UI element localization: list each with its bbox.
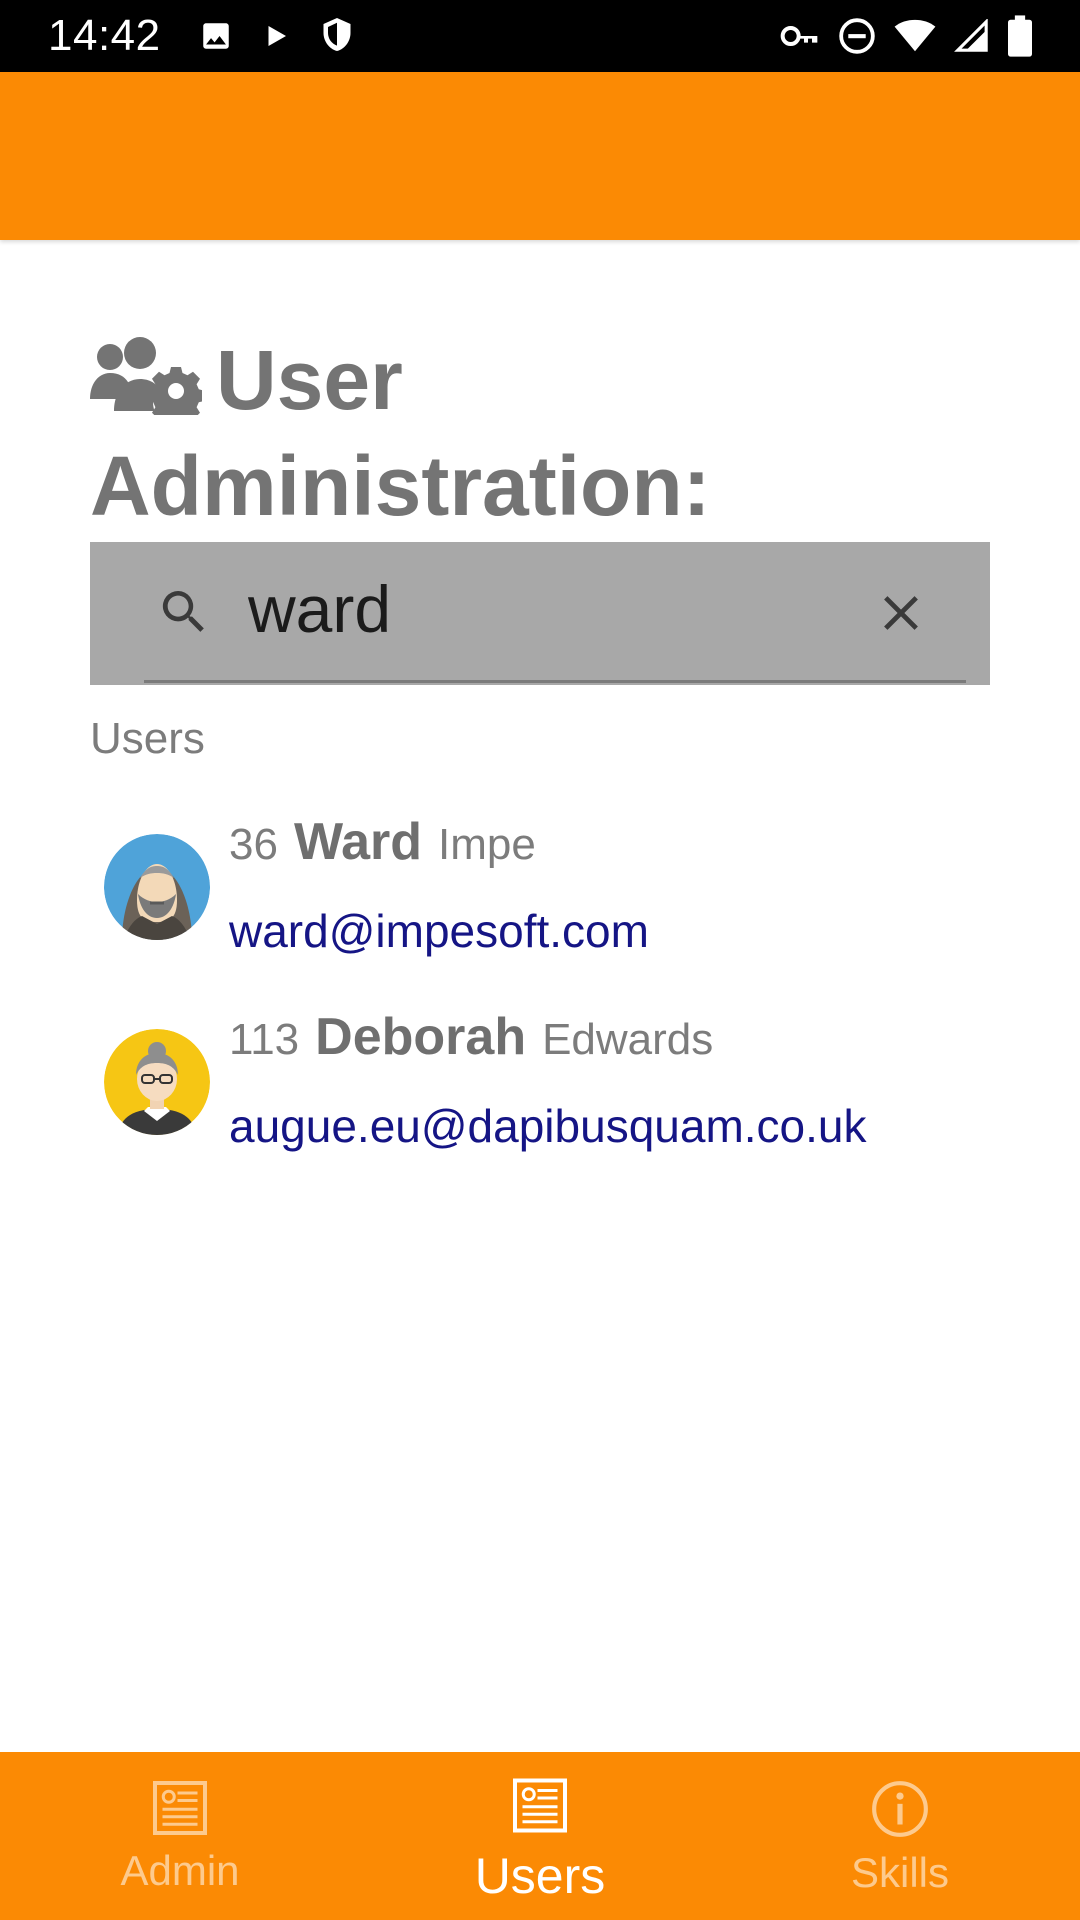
nav-tab-users[interactable]: Users (360, 1752, 720, 1920)
document-icon (510, 1778, 570, 1843)
user-id: 36 (229, 820, 278, 869)
hooded-man-avatar (104, 834, 210, 940)
list-item[interactable]: 36 Ward Impe ward@impesoft.com (90, 812, 990, 982)
page-title: User Administration: (90, 330, 990, 536)
users-section-label: Users (90, 714, 205, 763)
battery-icon (1008, 15, 1032, 57)
nav-tab-admin[interactable]: Admin (0, 1752, 360, 1920)
user-first-name: Ward (293, 813, 423, 871)
user-name-line: 113 Deborah Edwards (229, 1007, 713, 1067)
nav-tab-skills[interactable]: Skills (720, 1752, 1080, 1920)
user-email-link[interactable]: augue.eu@dapibusquam.co.uk (229, 1099, 867, 1153)
search-input[interactable] (234, 564, 834, 654)
list-item[interactable]: 113 Deborah Edwards augue.eu@dapibusquam.c… (90, 1007, 990, 1177)
document-icon (150, 1778, 210, 1843)
status-time: 14:42 (48, 11, 161, 60)
signal-icon (954, 19, 990, 53)
nav-label: Users (474, 1848, 606, 1904)
search-input-underline (144, 680, 966, 683)
app-bar (0, 72, 1080, 240)
user-last-name: Edwards (542, 1015, 714, 1064)
search-icon[interactable] (156, 584, 212, 645)
close-icon[interactable] (872, 584, 930, 647)
status-bar: 14:42 (0, 0, 1080, 72)
user-first-name: Deborah (315, 1008, 527, 1066)
status-bar-right (780, 15, 1032, 57)
image-icon (199, 19, 233, 53)
user-email-link[interactable]: ward@impesoft.com (229, 904, 649, 958)
status-bar-left: 14:42 (48, 11, 355, 61)
wifi-icon (894, 19, 936, 53)
user-id: 113 (229, 1015, 300, 1064)
user-name-line: 36 Ward Impe (229, 812, 536, 872)
users-gear-icon (90, 336, 205, 436)
nav-label: Skills (850, 1849, 949, 1896)
key-icon (780, 21, 820, 51)
user-last-name: Impe (438, 820, 536, 869)
nav-label: Admin (120, 1847, 240, 1894)
play-icon (261, 21, 291, 51)
bottom-navigation: Admin Users Skills (0, 1752, 1080, 1920)
shield-icon (319, 16, 355, 56)
info-icon (869, 1778, 931, 1845)
search-bar (90, 542, 990, 685)
do-not-disturb-icon (838, 17, 876, 55)
grandmother-avatar (104, 1029, 210, 1135)
